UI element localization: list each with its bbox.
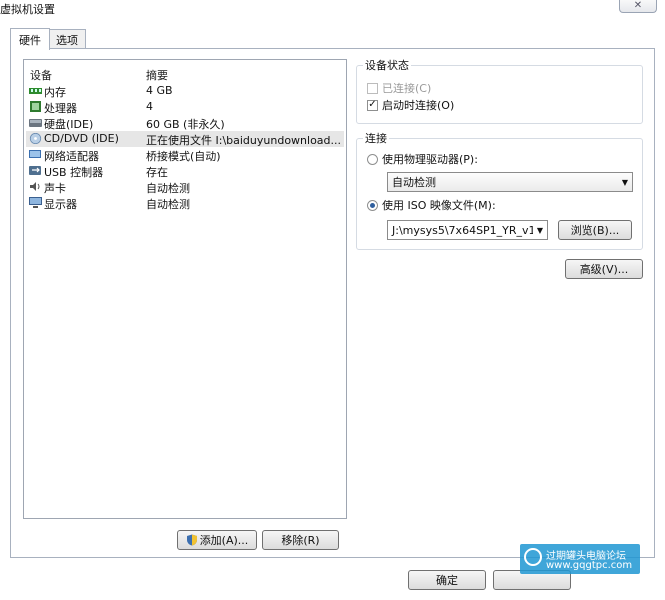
device-summary: 自动检测: [146, 182, 190, 195]
tab-hardware-label: 硬件: [19, 33, 41, 47]
iso-path-value: J:\mysys5\7x64SP1_YR_v13: [392, 223, 533, 237]
device-name: USB 控制器: [44, 166, 104, 179]
connection-group: 连接 使用物理驱动器(P): 自动检测 ▼ 使用 ISO 映像文件(M): J:…: [356, 130, 643, 250]
display-icon: [29, 197, 42, 208]
device-summary: 存在: [146, 166, 168, 179]
device-summary: 4: [146, 100, 153, 113]
device-name: 内存: [44, 86, 66, 99]
device-status-title: 设备状态: [363, 57, 411, 73]
device-list[interactable]: 设备 摘要 内存 4 GB 处理器 4 硬盘(IDE) 60 GB (非永久): [23, 59, 347, 519]
iso-image-label: 使用 ISO 映像文件(M):: [382, 199, 496, 212]
hardware-panel: 设备 摘要 内存 4 GB 处理器 4 硬盘(IDE) 60 GB (非永久): [10, 48, 655, 558]
iso-path-combobox[interactable]: J:\mysys5\7x64SP1_YR_v13 ▼: [387, 220, 548, 240]
memory-icon: [29, 88, 42, 94]
browse-label: 浏览(B)...: [570, 224, 620, 237]
physical-drive-select[interactable]: 自动检测 ▼: [387, 172, 633, 192]
device-summary: 正在使用文件 I:\baiduyundownload...: [146, 134, 342, 147]
ok-label: 确定: [436, 574, 458, 587]
iso-image-radio[interactable]: 使用 ISO 映像文件(M):: [367, 197, 496, 213]
radio-unselected: [367, 153, 378, 165]
device-name: 硬盘(IDE): [44, 118, 94, 131]
checkbox-box: [367, 82, 378, 94]
checkmark-icon: ✓: [367, 99, 378, 111]
connected-checkbox[interactable]: 已连接(C): [367, 80, 431, 96]
device-row-usb[interactable]: USB 控制器 存在: [26, 163, 344, 179]
connected-label: 已连接(C): [382, 82, 432, 95]
window-titlebar: 虚拟机设置 ✕: [0, 0, 665, 18]
add-device-label: 添加(A)...: [199, 534, 249, 547]
remove-device-button[interactable]: 移除(R): [262, 530, 339, 550]
watermark: 过期罐头电脑论坛 www.gqgtpc.com: [520, 544, 640, 574]
tab-options[interactable]: 选项: [48, 29, 86, 49]
device-row-sound[interactable]: 声卡 自动检测: [26, 179, 344, 195]
dropdown-arrow-icon: ▼: [536, 225, 544, 235]
cd-dvd-icon: [29, 133, 42, 144]
advanced-label: 高级(V)...: [579, 263, 629, 276]
usb-controller-icon: [29, 166, 41, 175]
device-row-processor[interactable]: 处理器 4: [26, 99, 344, 115]
physical-drive-value: 自动检测: [392, 176, 436, 189]
device-status-group: 设备状态 已连接(C) ✓ 启动时连接(O): [356, 57, 643, 124]
watermark-url: www.gqgtpc.com: [546, 560, 633, 571]
device-summary: 4 GB: [146, 84, 173, 97]
connect-at-power-on-label: 启动时连接(O): [382, 99, 455, 112]
radio-selected: [367, 199, 378, 211]
device-row-hard-disk[interactable]: 硬盘(IDE) 60 GB (非永久): [26, 115, 344, 131]
device-name: 网络适配器: [44, 150, 99, 163]
physical-drive-radio[interactable]: 使用物理驱动器(P):: [367, 151, 478, 167]
device-row-cd-dvd[interactable]: CD/DVD (IDE) 正在使用文件 I:\baiduyundownload.…: [26, 131, 344, 147]
device-summary: 自动检测: [146, 198, 190, 211]
add-device-button[interactable]: 添加(A)...: [177, 530, 257, 550]
connect-at-power-on-checkbox[interactable]: ✓ 启动时连接(O): [367, 97, 454, 113]
network-adapter-icon: [29, 150, 41, 158]
column-summary: 摘要: [146, 69, 168, 82]
processor-icon: [30, 101, 41, 112]
device-name: CD/DVD (IDE): [44, 132, 119, 145]
watermark-logo-icon: [524, 548, 542, 566]
tab-options-label: 选项: [56, 33, 78, 47]
connection-title: 连接: [363, 130, 389, 146]
device-row-memory[interactable]: 内存 4 GB: [26, 83, 344, 99]
device-name: 处理器: [44, 102, 77, 115]
advanced-button[interactable]: 高级(V)...: [565, 259, 643, 279]
close-button[interactable]: ✕: [619, 0, 657, 13]
ok-button[interactable]: 确定: [408, 570, 486, 590]
device-row-network[interactable]: 网络适配器 桥接模式(自动): [26, 147, 344, 163]
close-icon: ✕: [633, 0, 643, 11]
dropdown-arrow-icon: ▼: [621, 177, 629, 187]
hard-disk-icon: [29, 119, 42, 127]
sound-card-icon: [30, 182, 40, 191]
device-name: 声卡: [44, 182, 66, 195]
shield-icon: [186, 534, 197, 546]
remove-device-label: 移除(R): [281, 534, 320, 547]
device-summary: 桥接模式(自动): [146, 150, 221, 163]
device-summary: 60 GB (非永久): [146, 118, 225, 131]
browse-button[interactable]: 浏览(B)...: [558, 220, 632, 240]
physical-drive-label: 使用物理驱动器(P):: [382, 153, 478, 166]
device-row-display[interactable]: 显示器 自动检测: [26, 195, 344, 211]
device-name: 显示器: [44, 198, 77, 211]
window-title: 虚拟机设置: [0, 3, 55, 16]
column-device: 设备: [30, 69, 52, 82]
tab-hardware[interactable]: 硬件: [10, 28, 50, 50]
